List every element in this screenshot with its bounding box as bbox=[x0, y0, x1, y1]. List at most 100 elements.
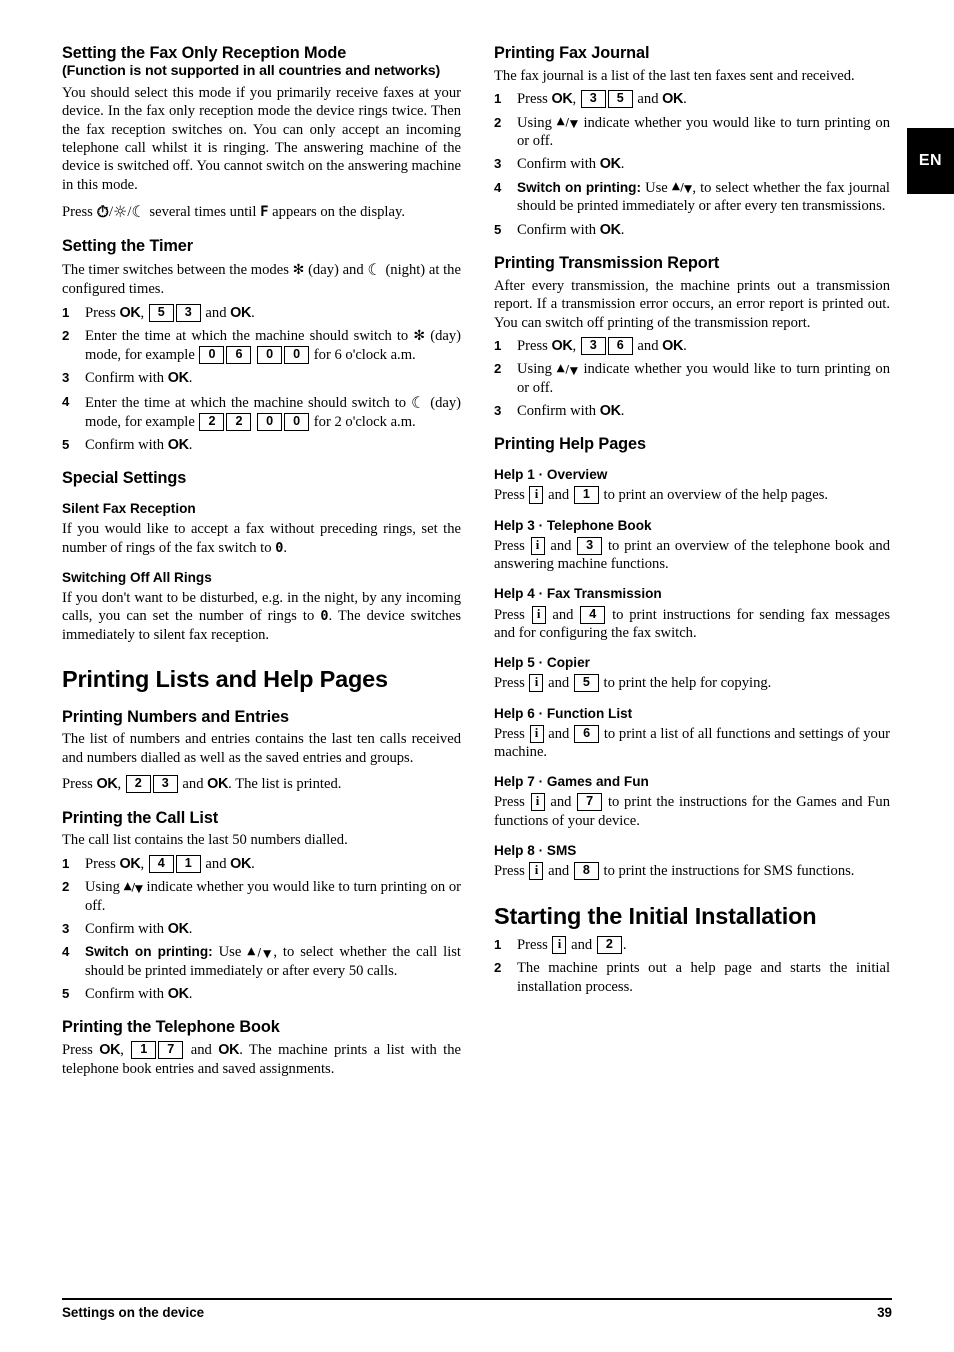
keypad-key[interactable]: 1 bbox=[131, 1041, 157, 1060]
step-text: Confirm with bbox=[85, 370, 165, 387]
keypad-key[interactable]: 2 bbox=[125, 775, 151, 794]
and-label: and bbox=[550, 794, 572, 811]
step-text: Confirm with bbox=[517, 221, 597, 238]
section-heading-fax-journal: Printing Fax Journal bbox=[494, 44, 650, 62]
ok-button-label[interactable]: OK bbox=[600, 156, 621, 172]
keypad-key[interactable]: 2 bbox=[596, 935, 622, 954]
step-item: 3 Confirm with OK. bbox=[62, 369, 461, 387]
ok-button-label[interactable]: OK bbox=[230, 856, 251, 872]
info-key[interactable]: i bbox=[552, 935, 567, 954]
keypad-key[interactable]: 2 bbox=[199, 412, 225, 431]
step-number: 5 bbox=[62, 437, 70, 453]
ok-button-label[interactable]: OK bbox=[168, 921, 189, 937]
keypad-key[interactable]: 4 bbox=[148, 854, 174, 873]
keypad-key[interactable]: 6 bbox=[226, 345, 252, 364]
chapter-heading-initial-installation: Starting the Initial Installation bbox=[494, 902, 817, 929]
press-tail: . The list is printed. bbox=[228, 776, 342, 793]
step-text-a: Enter the time at which the machine shou… bbox=[85, 394, 407, 411]
step-item: 5 Confirm with OK. bbox=[62, 985, 461, 1003]
step-tail: . bbox=[188, 437, 193, 454]
and-label: and bbox=[190, 1042, 212, 1059]
info-key[interactable]: i bbox=[529, 674, 544, 693]
press-label: Press bbox=[494, 537, 525, 554]
ok-button-label[interactable]: OK bbox=[96, 776, 117, 792]
keypad-key[interactable]: 0 bbox=[284, 412, 310, 431]
keypad-key[interactable]: 3 bbox=[175, 303, 201, 322]
step-tail: . bbox=[251, 855, 255, 872]
keypad-key[interactable]: 6 bbox=[574, 724, 600, 743]
keypad-key[interactable]: 0 bbox=[199, 345, 225, 364]
step-text-a: Using bbox=[517, 361, 552, 378]
right-column: Printing Fax Journal The fax journal is … bbox=[494, 44, 890, 1284]
step-item: 5 Confirm with OK. bbox=[62, 436, 461, 454]
info-key[interactable]: i bbox=[530, 536, 545, 555]
display-char-f: F bbox=[260, 204, 269, 221]
ok-button-label[interactable]: OK bbox=[230, 305, 251, 321]
step-number: 5 bbox=[62, 986, 70, 1002]
heading-main: Setting the Fax Only Reception Mode bbox=[62, 44, 347, 62]
keypad-key[interactable]: 2 bbox=[226, 412, 252, 431]
ok-button-label[interactable]: OK bbox=[218, 1042, 239, 1058]
keypad-key[interactable]: 5 bbox=[607, 90, 633, 109]
keypad-key[interactable]: 8 bbox=[573, 862, 599, 881]
keypad-key[interactable]: 3 bbox=[577, 536, 603, 555]
ok-button-label[interactable]: OK bbox=[119, 856, 140, 872]
keypad-key[interactable]: 5 bbox=[148, 303, 174, 322]
keypad-key[interactable]: 5 bbox=[573, 674, 599, 693]
info-key[interactable]: i bbox=[529, 486, 544, 505]
section-heading-telephone-book: Printing the Telephone Book bbox=[62, 1018, 280, 1037]
language-tab-en: EN bbox=[907, 128, 954, 194]
step-item: 1 Press OK, 41 and OK. bbox=[62, 854, 255, 873]
step-item: 2 Using ▲/▼ indicate whether you would l… bbox=[62, 878, 461, 915]
paragraph-fax-only: You should select this mode if you prima… bbox=[62, 84, 461, 193]
keypad-key[interactable]: 1 bbox=[175, 854, 201, 873]
subsection-heading-help-5: Help 5 · Copier bbox=[494, 655, 590, 671]
ok-button-label[interactable]: OK bbox=[551, 338, 572, 354]
step-lead-label: Switch on printing: bbox=[85, 944, 213, 960]
ok-button-label[interactable]: OK bbox=[600, 222, 621, 238]
paragraph-switching-off-rings: If you don't want to be disturbed, e.g. … bbox=[62, 589, 461, 644]
ok-button-label[interactable]: OK bbox=[99, 1042, 120, 1058]
moon-night-icon: ☾ bbox=[367, 260, 382, 280]
subsection-heading-help-6: Help 6 · Function List bbox=[494, 705, 633, 721]
ok-button-label[interactable]: OK bbox=[600, 403, 621, 419]
paragraph-numbers-entries: The list of numbers and entries contains… bbox=[62, 731, 461, 766]
keypad-key[interactable]: 4 bbox=[580, 605, 606, 624]
info-key[interactable]: i bbox=[530, 793, 545, 812]
keypad-key[interactable]: 3 bbox=[580, 336, 606, 355]
keypad-key[interactable]: 6 bbox=[607, 336, 633, 355]
step-tail: . bbox=[622, 936, 627, 953]
ok-button-label[interactable]: OK bbox=[119, 305, 140, 321]
section-heading-timer: Setting the Timer bbox=[62, 237, 193, 256]
timer-text-b: (day) and bbox=[308, 262, 364, 279]
paragraph-telephone-book: Press OK, 17 and OK. The machine prints … bbox=[62, 1041, 461, 1077]
ok-button-label[interactable]: OK bbox=[168, 370, 189, 386]
help-text: to print the instructions for SMS functi… bbox=[603, 863, 855, 880]
press-label: Press bbox=[85, 304, 116, 321]
ok-button-label[interactable]: OK bbox=[207, 776, 228, 792]
keypad-key[interactable]: 3 bbox=[152, 775, 178, 794]
ok-button-label[interactable]: OK bbox=[662, 91, 683, 107]
keypad-key[interactable]: 3 bbox=[580, 90, 606, 109]
keypad-key[interactable]: 0 bbox=[257, 412, 283, 431]
keypad-key[interactable]: 7 bbox=[577, 793, 603, 812]
step-item: 2 Enter the time at which the machine sh… bbox=[62, 327, 461, 364]
keypad-key[interactable]: 0 bbox=[284, 345, 310, 364]
paragraph-silent-fax: If you would like to accept a fax withou… bbox=[62, 520, 461, 557]
help-text: to print the help for copying. bbox=[603, 675, 772, 692]
keypad-key[interactable]: 7 bbox=[158, 1041, 184, 1060]
info-key[interactable]: i bbox=[531, 605, 546, 624]
info-key[interactable]: i bbox=[529, 724, 544, 743]
steps-transmission-report: 1 Press OK, 36 and OK. 2 Using ▲/▼ indic… bbox=[494, 336, 890, 421]
paragraph-help-3: Press i and 3 to print an overview of th… bbox=[494, 536, 890, 574]
ok-button-label[interactable]: OK bbox=[168, 437, 189, 453]
press-label: Press bbox=[85, 855, 116, 872]
ok-button-label[interactable]: OK bbox=[168, 986, 189, 1002]
step-item: 1 Press i and 2. bbox=[494, 935, 890, 954]
keypad-key[interactable]: 1 bbox=[573, 486, 599, 505]
info-key[interactable]: i bbox=[529, 862, 544, 881]
ok-button-label[interactable]: OK bbox=[551, 91, 572, 107]
keypad-key[interactable]: 0 bbox=[257, 345, 283, 364]
step-item: 2 Using ▲/▼ indicate whether you would l… bbox=[494, 114, 890, 151]
ok-button-label[interactable]: OK bbox=[662, 338, 683, 354]
